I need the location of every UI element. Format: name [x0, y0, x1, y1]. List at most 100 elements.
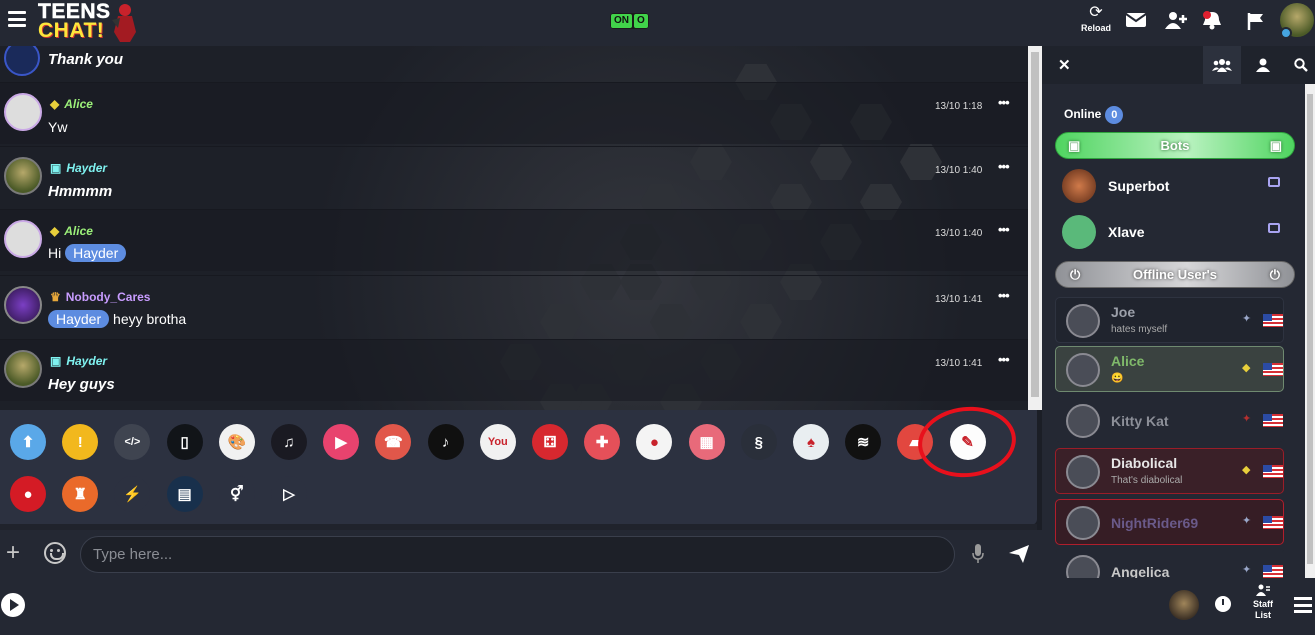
offline-user-row[interactable]: Diabolical That's diabolical ◆: [1055, 448, 1284, 494]
tab-profile[interactable]: [1244, 46, 1282, 84]
candy-app-icon[interactable]: ●: [636, 424, 673, 460]
us-flag-icon: [1263, 465, 1283, 478]
power-icon: ⏻: [1070, 267, 1081, 282]
tab-users[interactable]: [1203, 46, 1241, 84]
menu-icon[interactable]: [8, 11, 26, 27]
record-app-icon[interactable]: ●: [10, 476, 46, 512]
bot-row[interactable]: Superbot: [1062, 167, 1292, 205]
message-username[interactable]: ♛ Nobody_Cares: [50, 290, 150, 304]
message-username[interactable]: ◆ Alice: [50, 97, 93, 111]
plus-icon[interactable]: +: [6, 539, 20, 567]
user-name: Alice: [1111, 353, 1145, 369]
message-avatar[interactable]: [4, 46, 40, 76]
current-user-avatar[interactable]: [1169, 590, 1199, 620]
site-logo[interactable]: TEENS CHAT!: [38, 1, 111, 41]
offline-user-row[interactable]: NightRider69 ✦: [1055, 499, 1284, 545]
search-icon: [1294, 58, 1308, 72]
user-mention[interactable]: Hayder: [65, 244, 127, 262]
spotify-app-icon[interactable]: ≋: [845, 424, 882, 460]
send-icon[interactable]: [1008, 544, 1030, 564]
player-app-icon[interactable]: ▷: [271, 476, 307, 512]
lightning-app-icon[interactable]: ⚡: [114, 476, 151, 512]
youtube-app-icon[interactable]: You: [479, 424, 516, 460]
message-avatar[interactable]: [4, 157, 42, 195]
tab-search[interactable]: [1282, 46, 1315, 84]
emoji-icon[interactable]: [44, 542, 66, 564]
paint-app-icon[interactable]: 🎨: [218, 424, 255, 460]
chess-app-icon[interactable]: ♜: [62, 476, 99, 512]
message-more-button[interactable]: •••: [998, 288, 1010, 303]
offline-user-row[interactable]: Joe hates myself ✦: [1055, 297, 1284, 343]
user-name: Kitty Kat: [1111, 413, 1169, 429]
music-app-icon[interactable]: ♫: [271, 424, 307, 460]
code-app-icon[interactable]: </>: [114, 424, 151, 460]
tiktok-app-icon[interactable]: ♪: [427, 424, 464, 460]
diamond-icon: ◆: [50, 97, 60, 111]
grid-game-app-icon[interactable]: ▦: [688, 424, 725, 460]
user-avatar: [1066, 304, 1100, 338]
message-username[interactable]: ▣ Hayder: [50, 354, 107, 368]
gamepad-app-icon[interactable]: ✚: [584, 424, 621, 460]
video-app-icon[interactable]: ▶: [323, 424, 360, 460]
snake-app-icon[interactable]: §: [740, 424, 777, 460]
flag-icon[interactable]: [1247, 12, 1265, 30]
bot-badge-icon: [1268, 223, 1280, 233]
online-header: Online 0: [1064, 106, 1124, 124]
message-more-button[interactable]: •••: [998, 159, 1010, 174]
message-avatar[interactable]: [4, 93, 42, 131]
bot-row[interactable]: Xlave: [1062, 213, 1292, 251]
offline-user-row[interactable]: Angelica ✦: [1055, 548, 1284, 578]
rank-icon: ✦: [1242, 413, 1252, 425]
status-badge: ON O: [610, 13, 649, 29]
cards-app-icon[interactable]: ♠: [793, 424, 829, 460]
bot-badge-icon: [1268, 177, 1280, 187]
chat-message: ◆ Alice Hi Hayder 13/10 1:40 •••: [0, 209, 1028, 271]
user-status: 😀: [1111, 373, 1124, 384]
clock-icon[interactable]: [1215, 596, 1231, 612]
gender-app-icon[interactable]: ⚥: [218, 476, 255, 512]
add-friend-icon[interactable]: [1165, 11, 1187, 29]
offline-user-row[interactable]: Kitty Kat ✦: [1055, 397, 1284, 443]
message-avatar[interactable]: [4, 350, 42, 388]
upload-app-icon[interactable]: ⬆: [10, 424, 46, 460]
poster-app-icon[interactable]: ▤: [166, 476, 203, 512]
offline-group-header[interactable]: ⏻ Offline User's ⏻: [1055, 261, 1295, 288]
coin-app-icon[interactable]: !: [62, 424, 99, 460]
rank-icon: ◆: [1242, 464, 1251, 476]
close-icon[interactable]: ✕: [1058, 56, 1071, 74]
staff-icon: [1256, 584, 1270, 596]
message-username[interactable]: ◆ Alice: [50, 224, 93, 238]
user-avatar[interactable]: [1280, 3, 1314, 39]
chat-scrollbar-thumb[interactable]: [1031, 52, 1039, 397]
message-more-button[interactable]: •••: [998, 352, 1010, 367]
message-avatar[interactable]: [4, 220, 42, 258]
users-sidebar: ✕ Online 0 ▣ Bots ▣ Superbot Xlave ⏻ Offl…: [1042, 46, 1315, 578]
offline-user-row[interactable]: Alice 😀 ◆: [1055, 346, 1284, 392]
chat-scrollbar[interactable]: [1028, 46, 1042, 410]
mail-icon[interactable]: [1125, 12, 1147, 28]
bots-group-header[interactable]: ▣ Bots ▣: [1055, 132, 1295, 159]
main-menu-icon[interactable]: [1294, 597, 1312, 617]
top-bar: TEENS CHAT! ON O ⟳ Reload: [0, 0, 1315, 46]
message-more-button[interactable]: •••: [998, 95, 1010, 110]
message-username[interactable]: ▣ Hayder: [50, 161, 107, 175]
reload-button[interactable]: ⟳ Reload: [1080, 4, 1112, 34]
play-icon[interactable]: [1, 593, 25, 617]
chat-log: Thank you ◆ Alice Yw 13/10 1:18 ••• ▣ Hayd…: [0, 46, 1028, 410]
terminal-icon: ▣: [50, 161, 62, 175]
notification-bell-icon[interactable]: [1201, 10, 1223, 30]
dice-app-icon[interactable]: ⚃: [532, 424, 568, 460]
message-avatar[interactable]: [4, 286, 42, 324]
bot-avatar: [1062, 215, 1096, 249]
message-more-button[interactable]: •••: [998, 222, 1010, 237]
staff-list-button[interactable]: Staff List: [1244, 584, 1282, 621]
sidebar-scrollbar-thumb[interactable]: [1307, 94, 1313, 564]
giphy-app-icon[interactable]: ▯: [166, 424, 203, 460]
online-count-badge: 0: [1105, 106, 1124, 124]
sidebar-scrollbar[interactable]: [1305, 84, 1315, 578]
phone-app-icon[interactable]: ☎: [375, 424, 412, 460]
user-mention[interactable]: Hayder: [48, 310, 110, 328]
message-input[interactable]: [80, 536, 955, 573]
robot-icon: ▣: [1269, 138, 1282, 153]
microphone-icon[interactable]: [972, 544, 984, 564]
